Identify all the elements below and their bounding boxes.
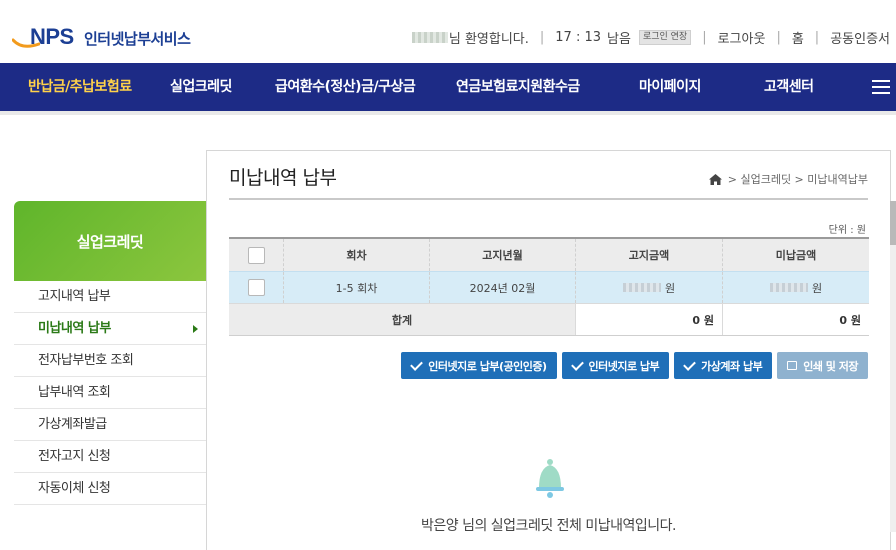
check-icon bbox=[410, 357, 424, 371]
arrow-right-icon bbox=[193, 325, 198, 333]
total-row: 합계 0 원 0 원 bbox=[229, 303, 869, 336]
divider: | bbox=[702, 29, 707, 45]
sidebar-header: 실업크레딧 bbox=[14, 201, 206, 281]
nav-item-customer-center[interactable]: 고객센터 bbox=[764, 63, 814, 111]
sidebar-item-epay-number[interactable]: 전자납부번호 조회 bbox=[14, 345, 206, 377]
sidebar-menu: 고지내역 납부 미납내역 납부 전자납부번호 조회 납부내역 조회 가상계좌발급… bbox=[14, 281, 206, 505]
nav-item-benefit-recovery[interactable]: 급여환수(정산)금/구상금 bbox=[275, 63, 416, 111]
scrollbar-thumb[interactable] bbox=[890, 201, 896, 245]
pay-virtual-account-button[interactable]: 가상계좌 납부 bbox=[674, 352, 773, 379]
total-unpaid-amount: 0 원 bbox=[722, 304, 869, 335]
table-row[interactable]: 1-5 회차 2024년 02월 원 원 bbox=[229, 271, 869, 303]
sidebar-item-payment-history[interactable]: 납부내역 조회 bbox=[14, 377, 206, 409]
nav-item-mypage[interactable]: 마이페이지 bbox=[639, 63, 701, 111]
main-nav: 반납금/추납보험료 실업크레딧 급여환수(정산)금/구상금 연금보험료지원환수금… bbox=[0, 63, 896, 111]
row-cell-month: 2024년 02월 bbox=[429, 272, 575, 303]
breadcrumb: > 실업크레딧 > 미납내역납부 bbox=[708, 171, 868, 187]
unpaid-table: 회차 고지년월 고지금액 미납금액 1-5 회차 2024년 02월 원 원 합… bbox=[229, 237, 869, 336]
select-all-checkbox[interactable] bbox=[247, 246, 265, 264]
page-title: 미납내역 납부 bbox=[229, 167, 337, 189]
bell-icon bbox=[536, 459, 564, 498]
total-notice-amount: 0 원 bbox=[575, 304, 722, 335]
header-cell-month: 고지년월 bbox=[429, 239, 575, 271]
pay-giro-cert-button[interactable]: 인터넷지로 납부(공인인증) bbox=[401, 352, 557, 379]
sidebar-item-unpaid-payment[interactable]: 미납내역 납부 bbox=[14, 313, 206, 345]
total-label: 합계 bbox=[229, 304, 575, 335]
hamburger-icon[interactable] bbox=[872, 80, 890, 94]
home-link[interactable]: 홈 bbox=[792, 28, 804, 47]
divider: | bbox=[776, 29, 781, 45]
sidebar-item-notice-payment[interactable]: 고지내역 납부 bbox=[14, 281, 206, 313]
sidebar-item-auto-transfer[interactable]: 자동이체 신청 bbox=[14, 473, 206, 505]
nav-item-refund-premium[interactable]: 반납금/추납보험료 bbox=[28, 63, 132, 111]
logout-link[interactable]: 로그아웃 bbox=[718, 28, 766, 47]
welcome-text: 님 환영합니다. bbox=[448, 31, 529, 47]
pay-giro-button[interactable]: 인터넷지로 납부 bbox=[561, 352, 670, 379]
check-icon bbox=[570, 357, 584, 371]
row-cell-round: 1-5 회차 bbox=[283, 272, 429, 303]
button-label: 인쇄 및 저장 bbox=[803, 359, 858, 373]
header-cell-round: 회차 bbox=[283, 239, 429, 271]
user-name-masked bbox=[411, 31, 448, 43]
action-buttons: 인터넷지로 납부(공인인증) 인터넷지로 납부 가상계좌 납부 인쇄 및 저장 bbox=[401, 352, 868, 379]
table-header: 회차 고지년월 고지금액 미납금액 bbox=[229, 239, 869, 271]
user-bar: 님 환영합니다. | 17 : 13 남음 로그인 연장 | 로그아웃 | 홈 … bbox=[411, 28, 890, 47]
row-checkbox[interactable] bbox=[247, 279, 265, 296]
logo-mark: NPS bbox=[30, 24, 74, 49]
row-cell-notice-amount: 원 bbox=[575, 272, 722, 303]
session-time: 17 : 13 bbox=[555, 29, 602, 45]
home-icon[interactable] bbox=[708, 173, 722, 185]
nav-shadow bbox=[0, 111, 896, 115]
print-save-button[interactable]: 인쇄 및 저장 bbox=[777, 352, 868, 379]
unpaid-notice-text: 박은양 님의 실업크레딧 전체 미납내역입니다. bbox=[421, 518, 676, 534]
masked-amount bbox=[769, 283, 808, 292]
print-icon bbox=[787, 361, 798, 370]
sidebar-item-label: 미납내역 납부 bbox=[38, 321, 111, 336]
button-label: 인터넷지로 납부(공인인증) bbox=[428, 359, 547, 373]
breadcrumb-path: > 실업크레딧 > 미납내역납부 bbox=[727, 173, 868, 186]
header-cell-unpaid-amount: 미납금액 bbox=[722, 239, 869, 271]
sidebar-item-e-notice[interactable]: 전자고지 신청 bbox=[14, 441, 206, 473]
service-name: 인터넷납부서비스 bbox=[84, 30, 191, 48]
content-panel: 미납내역 납부 > 실업크레딧 > 미납내역납부 단위 : 원 회차 고지년월 … bbox=[206, 150, 891, 550]
page-scrollbar[interactable] bbox=[890, 201, 896, 532]
nps-logo[interactable]: NPS 인터넷납부서비스 bbox=[12, 24, 212, 60]
nav-item-unemployment-credit[interactable]: 실업크레딧 bbox=[170, 63, 232, 111]
header-cell-select bbox=[229, 239, 283, 271]
divider: | bbox=[539, 29, 545, 45]
certificate-link[interactable]: 공동인증서 bbox=[830, 28, 890, 47]
check-icon bbox=[683, 357, 697, 371]
row-cell-unpaid-amount: 원 bbox=[722, 272, 869, 303]
currency-unit: 원 bbox=[664, 281, 676, 295]
nav-item-subsidy-recovery[interactable]: 연금보험료지원환수금 bbox=[456, 63, 580, 111]
masked-amount bbox=[622, 283, 661, 292]
button-label: 인터넷지로 납부 bbox=[588, 359, 660, 373]
currency-unit: 원 bbox=[811, 281, 823, 295]
sidebar-title: 실업크레딧 bbox=[76, 233, 144, 251]
divider: | bbox=[814, 29, 820, 45]
login-extend-button[interactable]: 로그인 연장 bbox=[638, 29, 692, 45]
button-label: 가상계좌 납부 bbox=[701, 359, 763, 373]
site-header: NPS 인터넷납부서비스 님 환영합니다. | 17 : 13 남음 로그인 연… bbox=[0, 0, 896, 63]
title-divider bbox=[229, 198, 868, 200]
header-cell-notice-amount: 고지금액 bbox=[575, 239, 722, 271]
row-cell-select bbox=[229, 272, 283, 303]
session-remaining: 남음 bbox=[607, 31, 631, 47]
sidebar-item-virtual-account[interactable]: 가상계좌발급 bbox=[14, 409, 206, 441]
unit-label: 단위 : 원 bbox=[828, 225, 866, 236]
